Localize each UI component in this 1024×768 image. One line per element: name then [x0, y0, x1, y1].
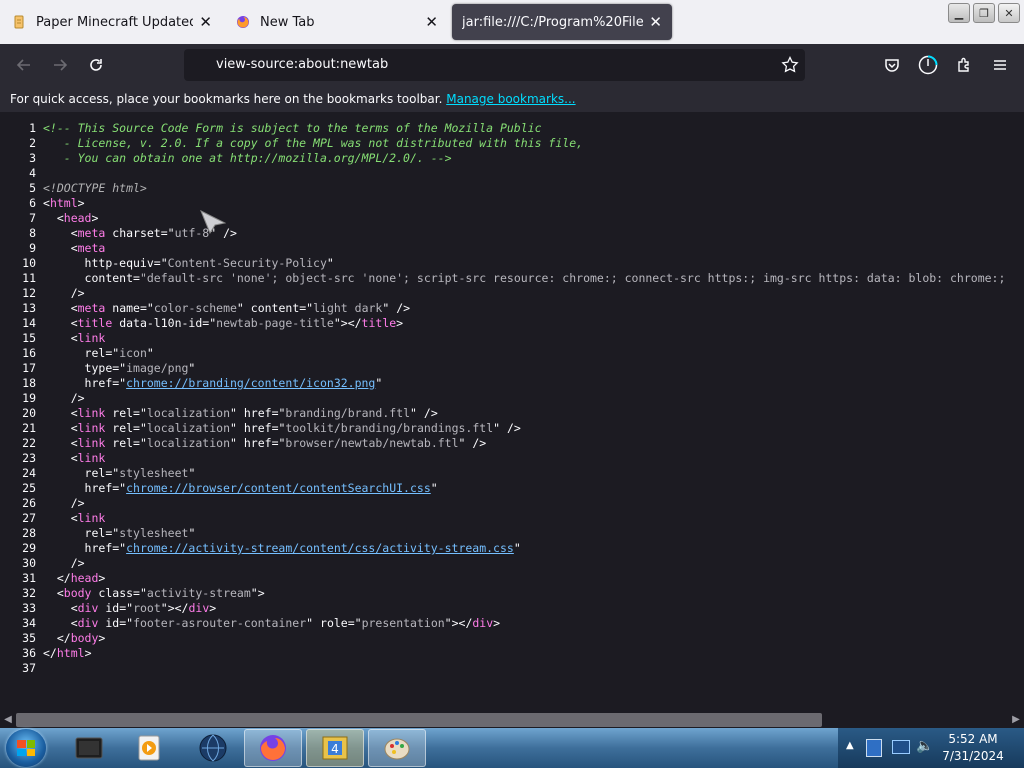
close-icon: ✕ — [1004, 6, 1014, 20]
scroll-right-icon[interactable]: ▶ — [1009, 713, 1023, 727]
show-hidden-icons[interactable]: ▲ — [846, 740, 854, 751]
taskbar-app-paint[interactable] — [368, 729, 426, 767]
minimize-icon: ▁ — [954, 6, 964, 20]
pocket-button[interactable] — [880, 53, 904, 77]
back-arrow-icon — [16, 59, 30, 71]
system-clock[interactable]: 5:52 AM 7/31/2024 — [930, 731, 1016, 765]
scroll-left-icon[interactable]: ◀ — [1, 713, 15, 727]
minimize-button[interactable]: ▁ — [948, 3, 970, 23]
bookmarks-toolbar: For quick access, place your bookmarks h… — [0, 86, 1024, 112]
taskbar-app-minecraft-launcher[interactable]: 4 — [306, 729, 364, 767]
hamburger-menu-icon — [994, 60, 1006, 70]
close-icon[interactable]: ✕ — [199, 13, 212, 31]
media-player-icon — [138, 735, 160, 761]
tab-strip: Paper Minecraft Updated PACK ✕ New Tab ✕… — [0, 0, 1024, 44]
window-controls: ▁ ❐ ✕ — [945, 3, 1020, 23]
close-icon[interactable]: ✕ — [649, 13, 662, 31]
globe-icon — [199, 734, 227, 762]
minecraft-launcher-icon: 4 — [322, 736, 348, 760]
taskbar-app-explorer[interactable] — [60, 729, 118, 767]
paint-palette-icon — [384, 738, 410, 760]
close-icon[interactable]: ✕ — [425, 13, 438, 31]
extensions-button[interactable] — [952, 53, 976, 77]
icon-href-link[interactable]: chrome://branding/content/icon32.png — [126, 376, 375, 390]
puzzle-icon — [958, 57, 969, 72]
restore-button[interactable]: ❐ — [973, 3, 995, 23]
tab-label: jar:file:///C:/Program%20Files/Moz — [462, 14, 644, 30]
document-icon — [12, 15, 26, 29]
bookmark-star-icon[interactable] — [781, 55, 799, 78]
taskbar-app-globe[interactable] — [184, 729, 242, 767]
mouse-cursor-icon — [200, 210, 226, 234]
view-source-content: 1 <!-- This Source Code Form is subject t… — [0, 112, 1024, 712]
account-icon — [918, 55, 938, 75]
tab-view-source[interactable]: jar:file:///C:/Program%20Files/Moz ✕ — [452, 4, 672, 40]
svg-text:4: 4 — [331, 742, 339, 756]
forward-arrow-icon — [54, 59, 68, 71]
windows-taskbar: 4 ▲ 🔈 5:52 AM 7/31/2024 — [0, 728, 1024, 768]
close-window-button[interactable]: ✕ — [998, 3, 1020, 23]
account-button[interactable] — [916, 53, 940, 77]
manage-bookmarks-link[interactable]: Manage bookmarks... — [446, 92, 575, 106]
tab-paper-minecraft[interactable]: Paper Minecraft Updated PACK ✕ — [2, 2, 222, 42]
stylesheet-link-2[interactable]: chrome://activity-stream/content/css/act… — [126, 541, 514, 555]
pocket-icon — [885, 59, 899, 72]
bookmarks-message: For quick access, place your bookmarks h… — [10, 92, 443, 106]
firefox-icon — [260, 735, 286, 761]
scrollbar-thumb[interactable] — [16, 713, 822, 727]
horizontal-scrollbar[interactable]: ◀ ▶ — [0, 712, 1024, 728]
tray-app-icon[interactable] — [866, 739, 882, 757]
forward-button[interactable] — [48, 53, 72, 77]
taskbar-app-media-player[interactable] — [120, 729, 178, 767]
source-code: 1 <!-- This Source Code Form is subject t… — [22, 121, 1006, 675]
stylesheet-link-1[interactable]: chrome://browser/content/contentSearchUI… — [126, 481, 431, 495]
clock-date: 7/31/2024 — [942, 749, 1004, 763]
tray-network-icon[interactable] — [892, 740, 910, 754]
back-button[interactable] — [12, 53, 36, 77]
firefox-icon — [236, 15, 250, 29]
windows-logo-icon — [17, 740, 35, 756]
reload-button[interactable] — [84, 53, 108, 77]
navigation-toolbar: view-source:about:newtab — [0, 44, 1024, 86]
restore-icon: ❐ — [979, 6, 989, 20]
start-button[interactable] — [6, 729, 46, 767]
reload-icon — [90, 59, 102, 71]
tab-new-tab[interactable]: New Tab ✕ — [226, 2, 448, 42]
address-bar[interactable]: view-source:about:newtab — [184, 49, 805, 81]
clock-time: 5:52 AM — [948, 732, 998, 746]
tab-label: New Tab — [260, 14, 315, 30]
explorer-icon — [75, 737, 103, 759]
tab-label: Paper Minecraft Updated PACK — [36, 14, 194, 30]
taskbar-app-firefox[interactable] — [244, 729, 302, 767]
menu-button[interactable] — [988, 53, 1012, 77]
url-text[interactable]: view-source:about:newtab — [216, 57, 388, 72]
